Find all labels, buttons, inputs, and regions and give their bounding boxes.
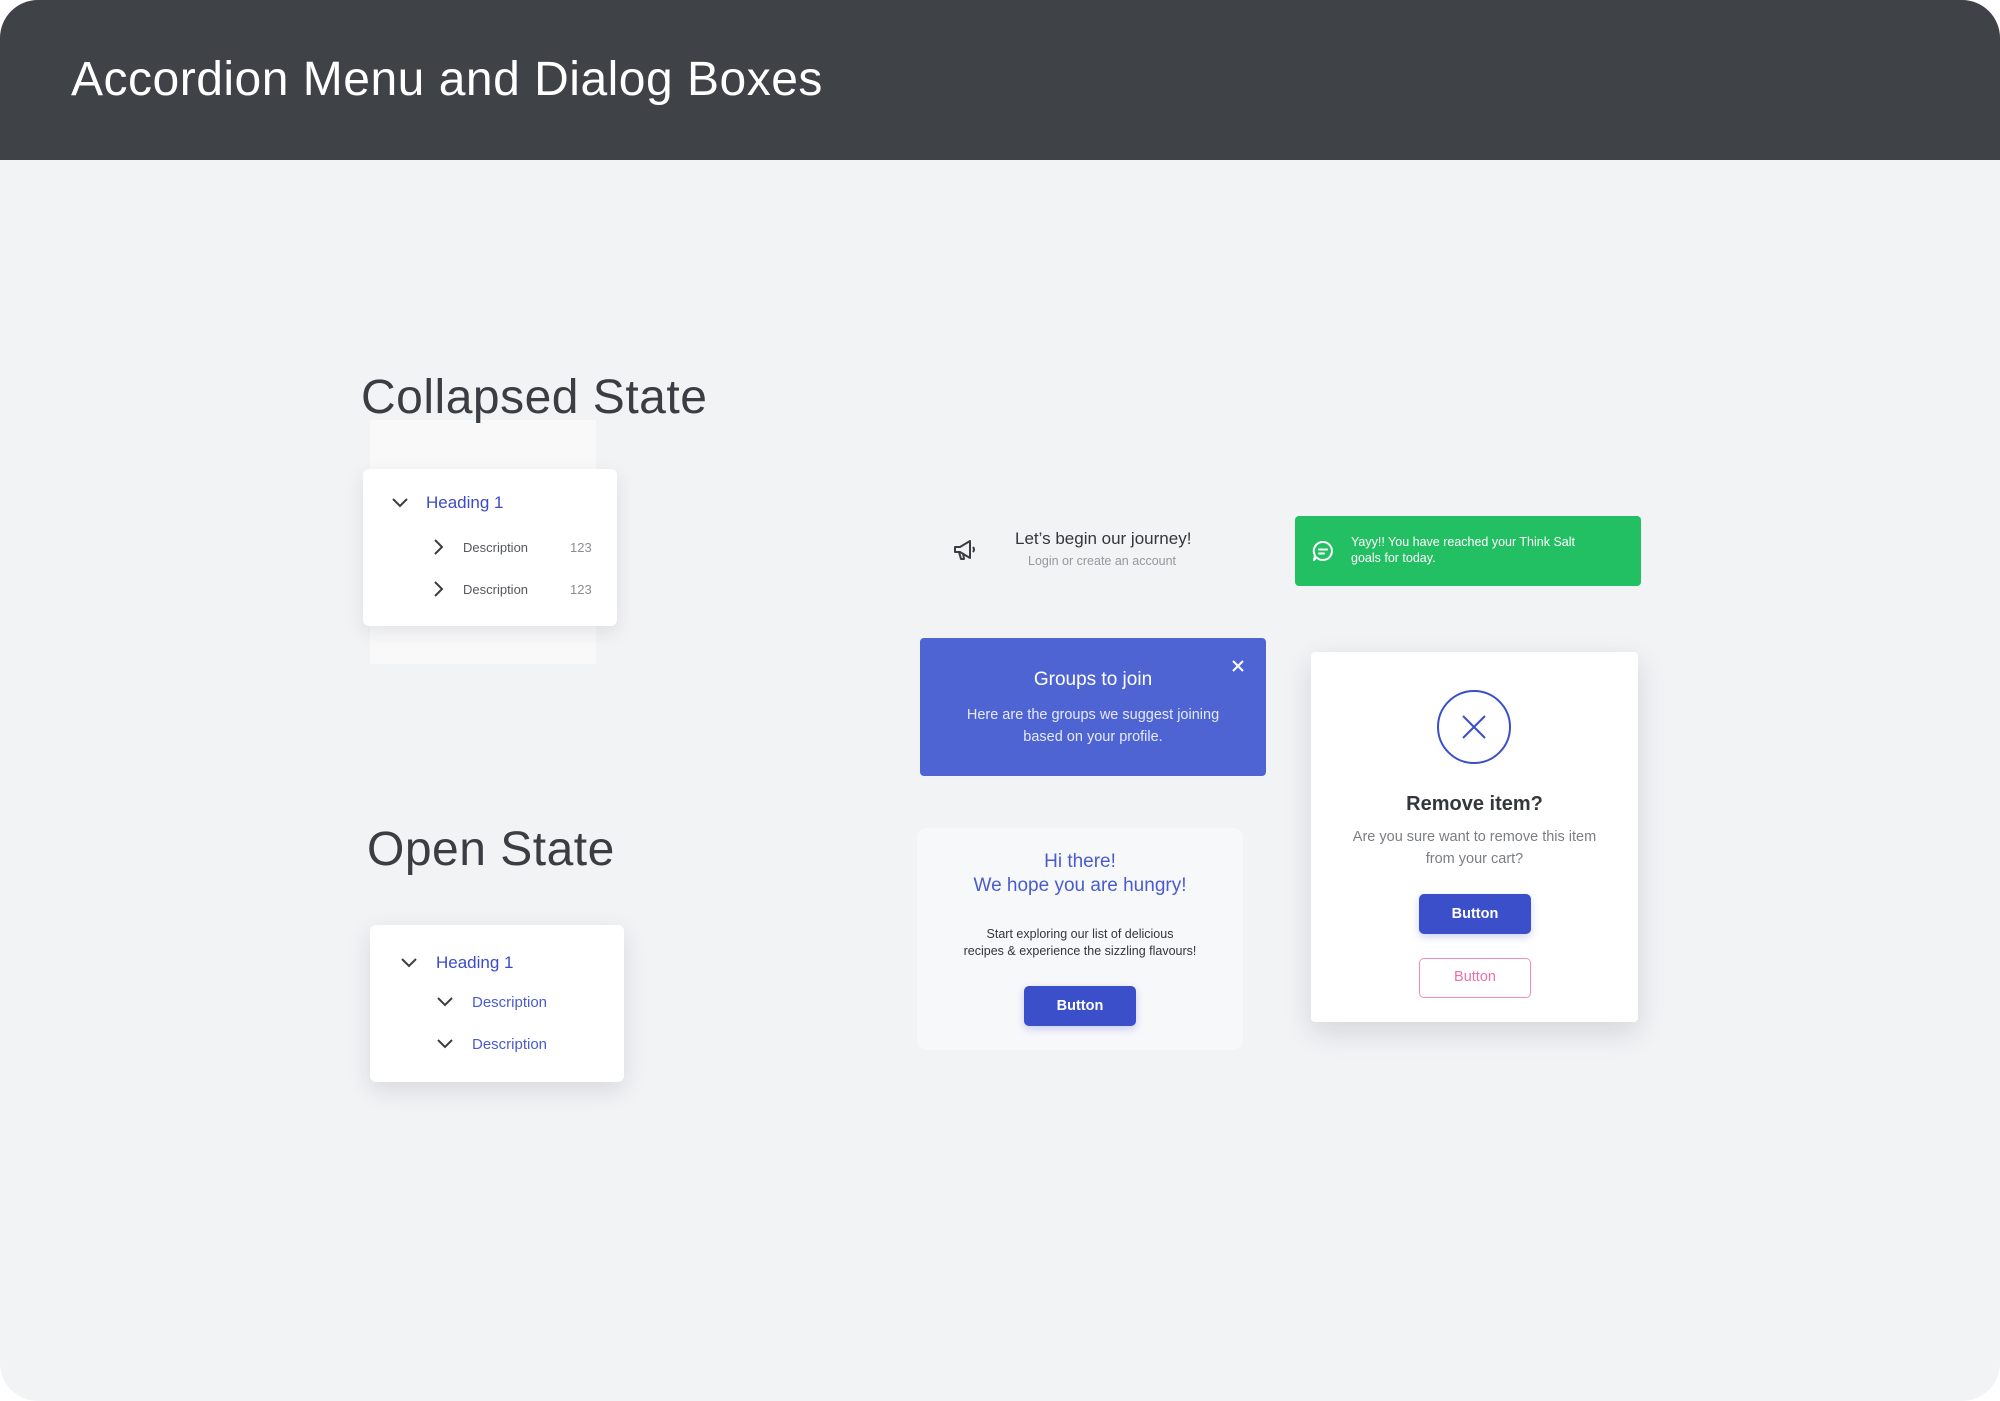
journey-subtitle: Login or create an account xyxy=(1028,554,1177,568)
accordion-heading[interactable]: Heading 1 xyxy=(400,951,514,975)
accordion-item[interactable]: Description xyxy=(436,1032,547,1056)
remove-title: Remove item? xyxy=(1406,793,1543,815)
megaphone-icon xyxy=(954,540,975,560)
accordion-item[interactable]: Description xyxy=(433,577,528,601)
accordion-heading-label: Heading 1 xyxy=(436,953,514,972)
collapsed-state-title: Collapsed State xyxy=(361,371,708,424)
chevron-down-icon xyxy=(437,1039,453,1049)
chevron-down-icon xyxy=(437,997,453,1007)
welcome-button[interactable]: Button xyxy=(1024,986,1136,1026)
accordion-heading-label: Heading 1 xyxy=(426,493,504,512)
confirm-remove-button[interactable]: Button xyxy=(1419,894,1531,934)
success-toast: Yayy!! You have reached your Think Salt … xyxy=(1295,516,1641,586)
welcome-title-line-1: Hi there! xyxy=(1044,851,1116,872)
remove-text-line-1: Are you sure want to remove this item xyxy=(1352,829,1597,845)
groups-title: Groups to join xyxy=(1033,669,1153,690)
accordion-item-count: 123 xyxy=(570,540,592,555)
welcome-title-line-2: We hope you are hungry! xyxy=(973,875,1187,896)
journey-title: Let’s begin our journey! xyxy=(1015,529,1192,548)
groups-text-line-1: Here are the groups we suggest joining xyxy=(966,707,1220,723)
chevron-right-icon xyxy=(434,581,444,597)
toast-line-1: Yayy!! You have reached your Think Salt xyxy=(1351,535,1575,549)
remove-item-dialog: Remove item? Are you sure want to remove… xyxy=(1311,652,1638,1022)
accordion-collapsed: Heading 1 Description 123 Description 12… xyxy=(363,469,617,626)
canvas: Accordion Menu and Dialog Boxes Collapse… xyxy=(0,0,2000,1401)
groups-dialog: Groups to join Here are the groups we su… xyxy=(920,638,1266,776)
accordion-item-label: Description xyxy=(463,581,529,597)
welcome-text-line-1: Start exploring our list of delicious xyxy=(986,927,1174,941)
accordion-item-label: Description xyxy=(472,993,548,1011)
groups-text-line-2: based on your profile. xyxy=(1023,729,1163,745)
accordion-item-label: Description xyxy=(472,1035,548,1053)
page-title: Accordion Menu and Dialog Boxes xyxy=(71,53,823,106)
open-state-title: Open State xyxy=(367,823,615,876)
close-circle-icon xyxy=(1437,690,1511,764)
accordion-heading[interactable]: Heading 1 xyxy=(391,491,504,515)
accordion-item-label: Description xyxy=(463,539,529,555)
chevron-right-icon xyxy=(434,539,444,555)
accordion-item[interactable]: Description xyxy=(436,990,547,1014)
remove-text-line-2: from your cart? xyxy=(1425,851,1524,867)
accordion-item-count: 123 xyxy=(570,582,592,597)
welcome-text-line-2: recipes & experience the sizzling flavou… xyxy=(963,944,1197,958)
chevron-down-icon xyxy=(401,958,417,968)
toast-line-2: goals for today. xyxy=(1351,551,1436,565)
accordion-open: Heading 1 Description Description xyxy=(370,925,624,1082)
chevron-down-icon xyxy=(392,498,408,508)
welcome-card: Hi there! We hope you are hungry! Start … xyxy=(917,828,1243,1050)
chat-bubble-icon xyxy=(1312,540,1333,561)
accordion-item[interactable]: Description xyxy=(433,535,528,559)
page-header: Accordion Menu and Dialog Boxes xyxy=(0,0,2000,160)
cancel-remove-button[interactable]: Button xyxy=(1419,958,1531,998)
